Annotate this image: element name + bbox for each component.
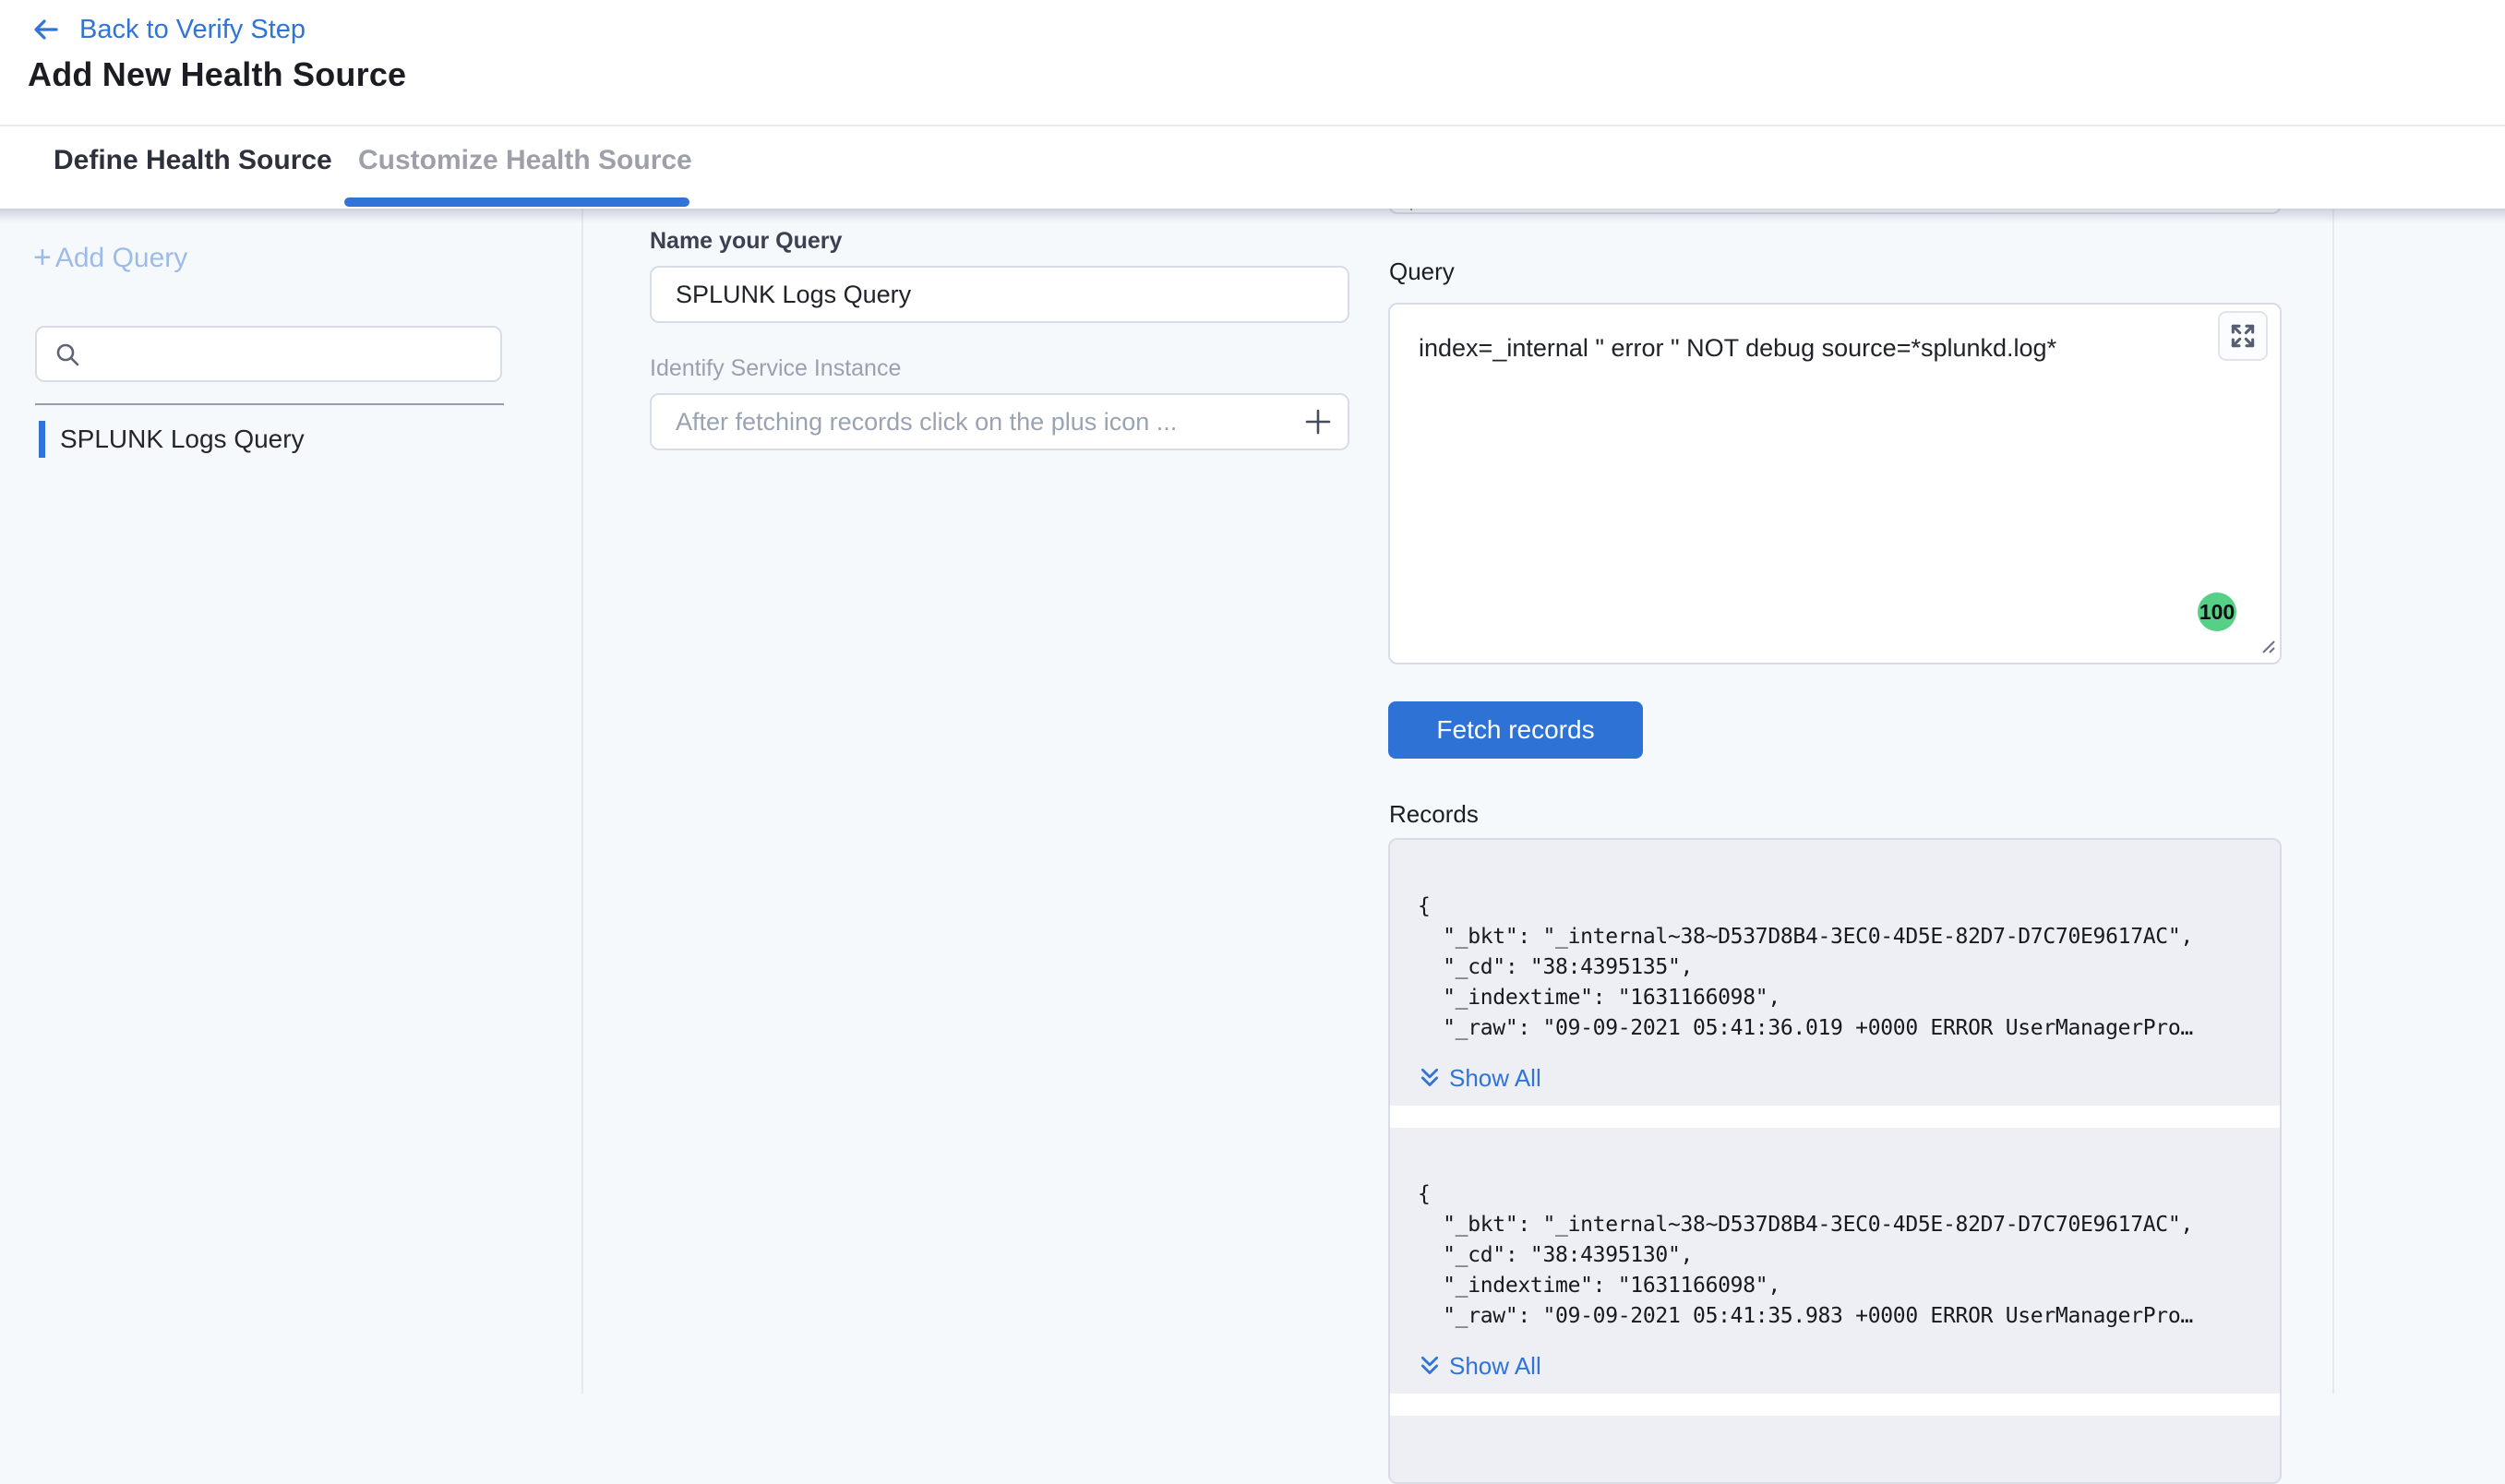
double-chevron-down-icon (1418, 1354, 1442, 1378)
query-search-box[interactable] (35, 326, 502, 382)
sidebar-list-divider (35, 403, 504, 405)
plus-icon: + (33, 240, 52, 276)
tab-define-health-source[interactable]: Define Health Source (54, 138, 332, 183)
record-card-partial (1390, 1416, 2280, 1484)
service-instance-field-wrap (650, 393, 1349, 450)
add-service-instance-button[interactable] (1300, 403, 1336, 440)
add-query-label: Add Query (55, 243, 187, 274)
query-name-field[interactable] (650, 266, 1349, 323)
header-divider (0, 125, 2505, 126)
records-section-label: Records (1389, 800, 1479, 829)
show-all-link[interactable]: Show All (1418, 1352, 1541, 1380)
record-json-text: { "_bkt": "_internal~38~D537D8B4-3EC0-4D… (1418, 892, 2254, 1044)
query-item-label: SPLUNK Logs Query (60, 425, 305, 454)
add-query-button[interactable]: + Add Query (33, 240, 187, 276)
show-all-label: Show All (1449, 1064, 1541, 1093)
page-header: Back to Verify Step Add New Health Sourc… (0, 0, 2505, 209)
plus-icon (1301, 405, 1335, 438)
query-text: index=_internal " error " NOT debug sour… (1419, 332, 2197, 364)
service-instance-field[interactable] (650, 393, 1349, 450)
search-input[interactable] (81, 340, 500, 368)
right-panel-divider-vertical (2332, 209, 2334, 1394)
record-count-badge: 100 (2198, 592, 2236, 631)
page-title: Add New Health Source (28, 55, 406, 94)
resize-grip[interactable] (2255, 633, 2277, 660)
query-section-label: Query (1389, 257, 1455, 286)
arrow-left-icon (30, 13, 63, 46)
active-tab-indicator (344, 197, 689, 207)
double-chevron-down-icon (1418, 1066, 1442, 1090)
fullscreen-expand-icon (2228, 321, 2258, 351)
show-all-link[interactable]: Show All (1418, 1064, 1541, 1092)
back-link-label: Back to Verify Step (79, 15, 306, 45)
tab-customize-health-source[interactable]: Customize Health Source (358, 138, 692, 183)
name-your-query-label: Name your Query (650, 228, 842, 255)
back-link[interactable]: Back to Verify Step (30, 9, 306, 50)
fetch-records-button[interactable]: Fetch records (1388, 701, 1643, 759)
search-icon (54, 341, 81, 368)
identify-service-instance-label: Identify Service Instance (650, 355, 901, 382)
query-textarea[interactable]: index=_internal " error " NOT debug sour… (1388, 303, 2282, 664)
sidebar-divider-vertical (581, 209, 583, 1394)
expand-query-button[interactable] (2218, 311, 2268, 361)
show-all-label: Show All (1449, 1352, 1541, 1381)
sidebar-item-splunk-logs-query[interactable]: SPLUNK Logs Query (39, 420, 305, 459)
record-json-text: { "_bkt": "_internal~38~D537D8B4-3EC0-4D… (1418, 1179, 2254, 1332)
record-card: { "_bkt": "_internal~38~D537D8B4-3EC0-4D… (1390, 1128, 2280, 1394)
record-card: { "_bkt": "_internal~38~D537D8B4-3EC0-4D… (1390, 840, 2280, 1106)
records-list: { "_bkt": "_internal~38~D537D8B4-3EC0-4D… (1388, 838, 2282, 1484)
selected-indicator-bar (39, 421, 45, 458)
